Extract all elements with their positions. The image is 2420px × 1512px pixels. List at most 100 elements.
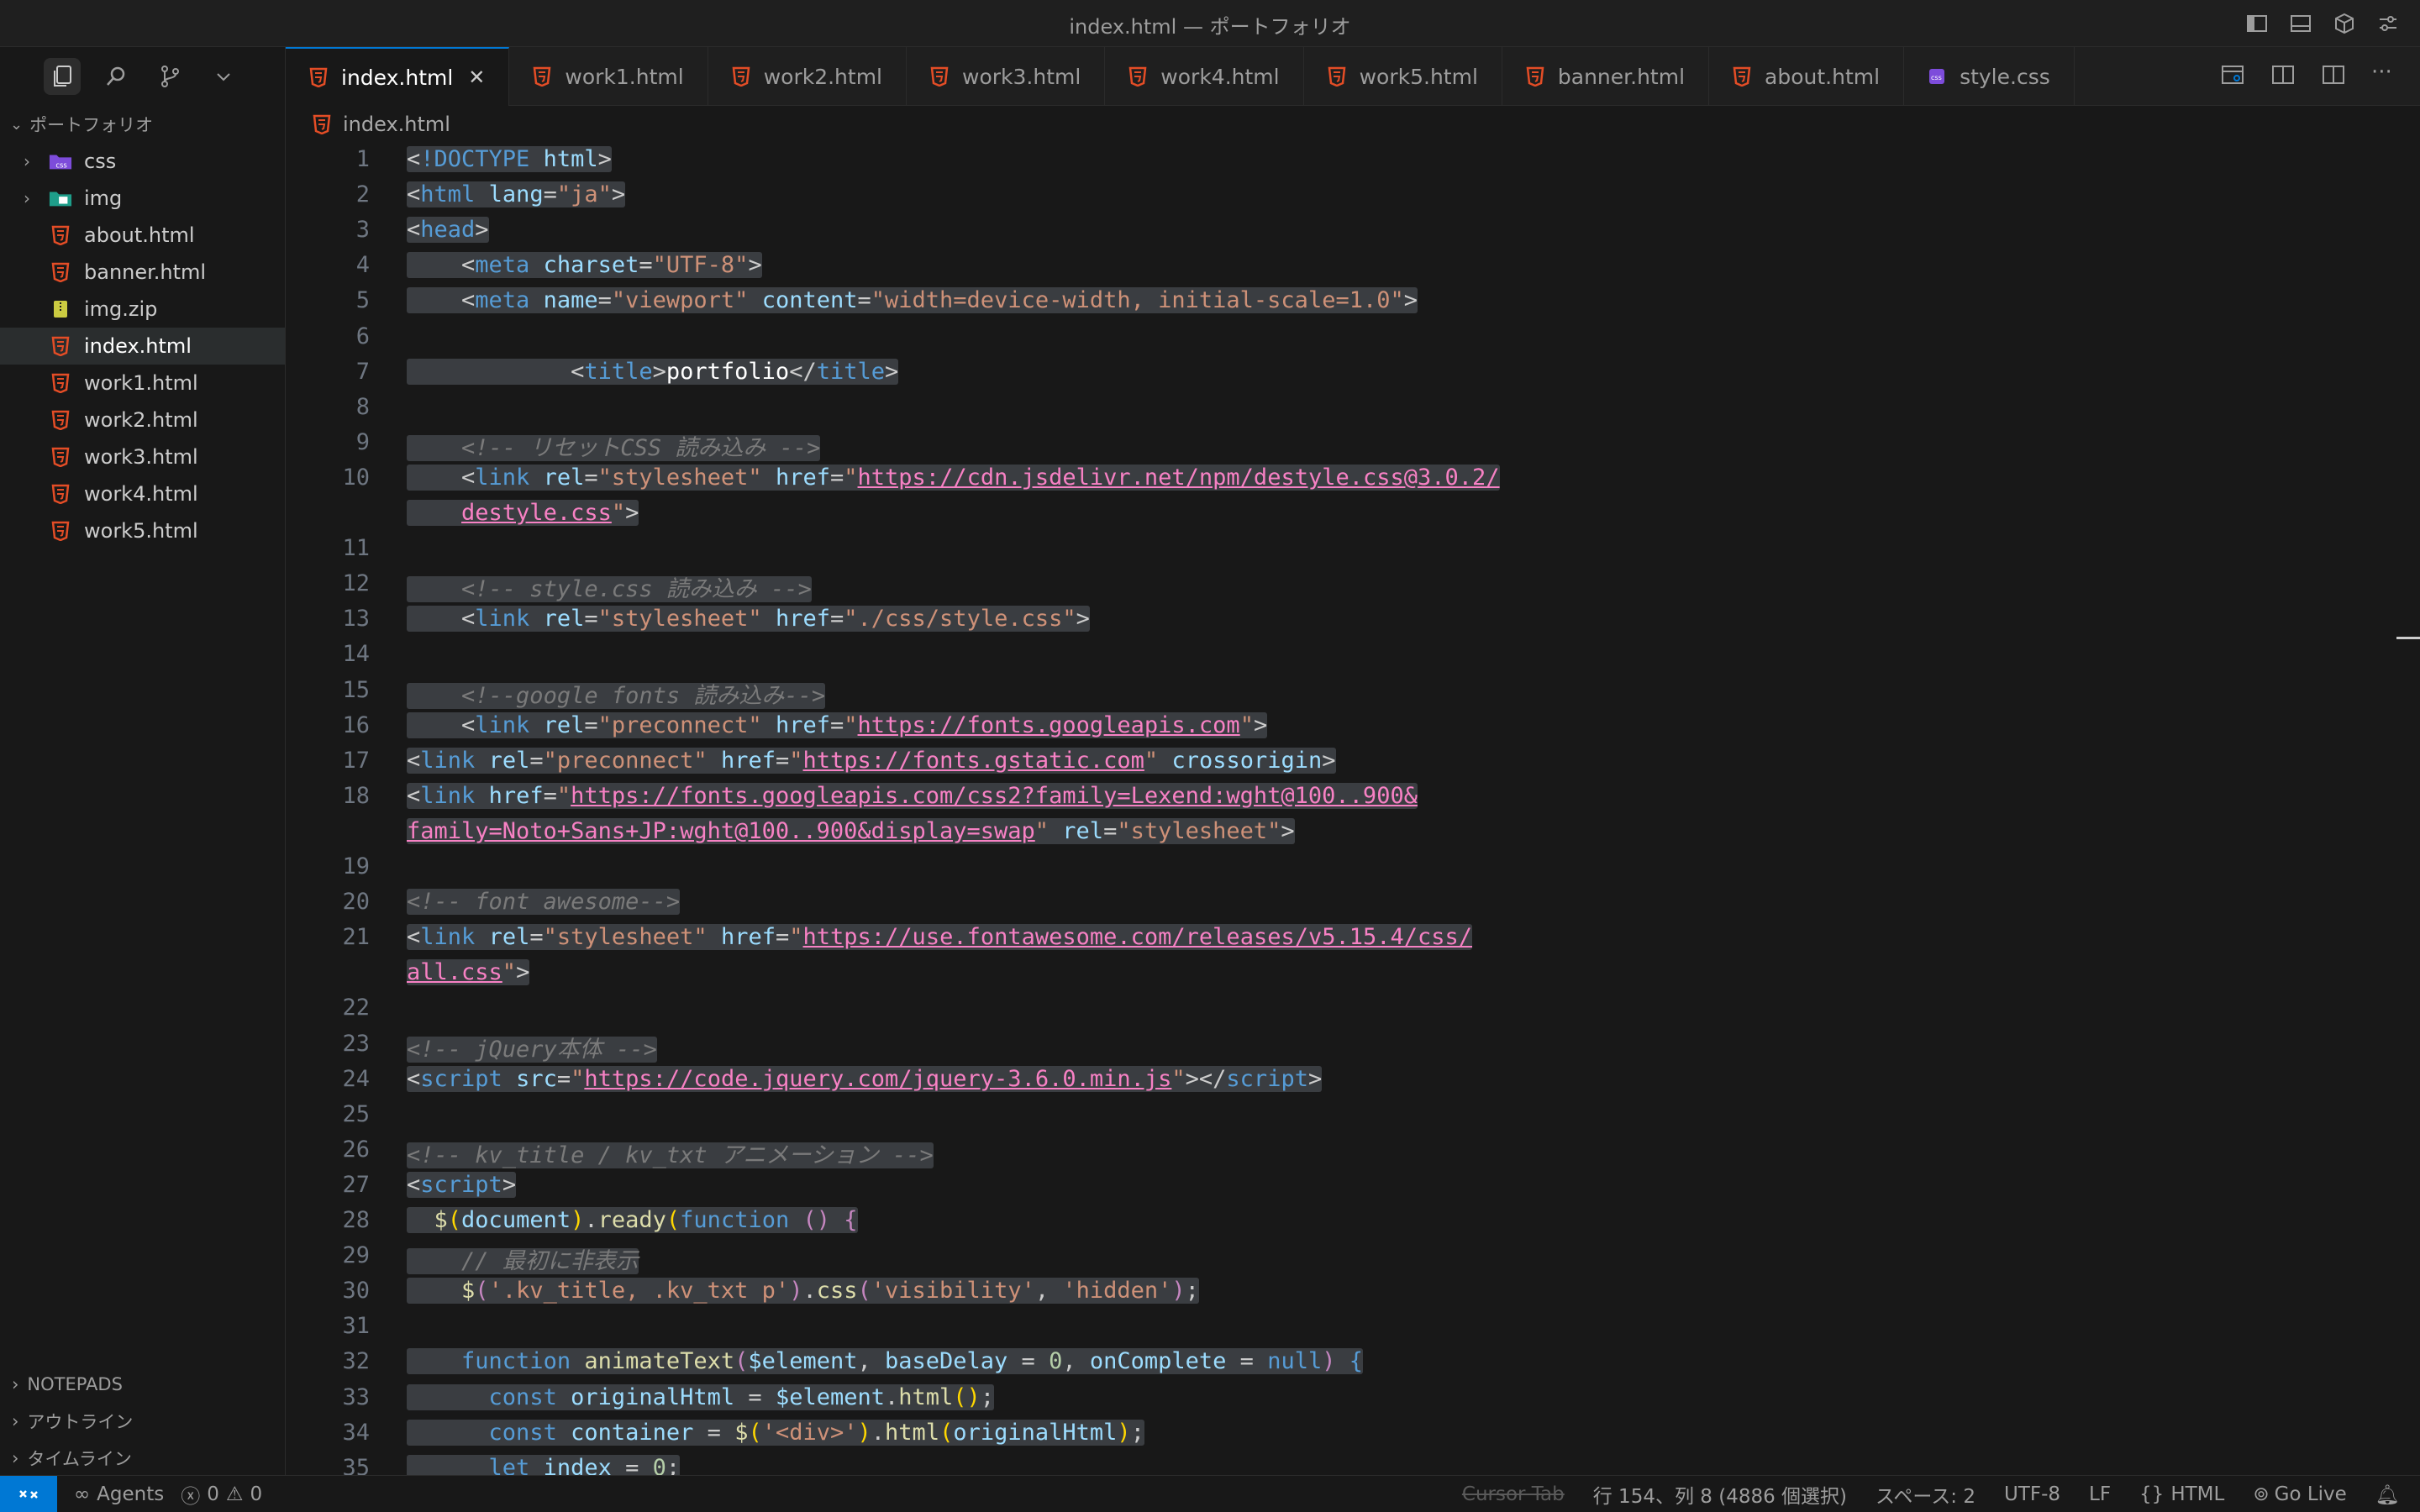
tree-file[interactable]: work4.html (0, 475, 285, 512)
encoding[interactable]: UTF-8 (2004, 1483, 2060, 1505)
tree-file[interactable]: work3.html (0, 438, 285, 475)
timeline-section[interactable]: › タイムライン (0, 1440, 286, 1477)
code-line[interactable]: <title>portfolio</title> (407, 358, 899, 385)
code-line[interactable]: <!--google fonts 読み込み--> (407, 677, 826, 710)
code-line[interactable]: <link rel="stylesheet" href="https://use… (407, 924, 1473, 951)
indentation[interactable]: スペース: 2 (1876, 1480, 1975, 1509)
code-line[interactable]: destyle.css"> (407, 500, 639, 526)
code-line[interactable]: <link rel="preconnect" href="https://fon… (407, 711, 1268, 738)
toggle-primary-sidebar-icon[interactable] (2245, 12, 2269, 35)
line-number: 3 (355, 217, 370, 244)
line-number: 23 (342, 1030, 370, 1057)
code-line[interactable]: <link rel="stylesheet" href="https://cdn… (407, 464, 1500, 491)
cursor-position[interactable]: 行 154、列 8 (4886 個選択) (1593, 1480, 1847, 1509)
code-line[interactable]: function animateText($element, baseDelay… (407, 1348, 1364, 1375)
tab-banner-html[interactable]: banner.html (1502, 47, 1710, 106)
cursor-tab-status[interactable]: Cursor Tab (1462, 1483, 1565, 1505)
tree-file[interactable]: work5.html (0, 512, 285, 549)
search-icon[interactable] (97, 58, 134, 95)
code-editor[interactable]: 1 <!DOCTYPE html> 2 <html lang="ja"> 3 <head>… (286, 143, 2420, 1492)
agents-label: Agents (97, 1483, 165, 1505)
line-number: 11 (342, 535, 370, 562)
line-number: 27 (342, 1171, 370, 1198)
code-line[interactable]: <!-- font awesome--> (407, 889, 681, 916)
code-line[interactable]: const container = $('<div>').html(origin… (407, 1419, 1144, 1446)
customize-layout-icon[interactable] (2376, 12, 2400, 35)
code-line[interactable]: <link href="https://fonts.googleapis.com… (407, 782, 1418, 809)
notepads-section[interactable]: › NOTEPADS (0, 1366, 286, 1403)
tree-file[interactable]: img.zip (0, 291, 285, 328)
tree-folder[interactable]: › css css (0, 143, 285, 180)
source-control-icon[interactable] (151, 58, 188, 95)
breadcrumb[interactable]: index.html (286, 106, 2420, 143)
go-live-button[interactable]: ⊚ Go Live (2253, 1483, 2346, 1505)
tree-folder[interactable]: › img (0, 180, 285, 217)
tab-work5-html[interactable]: work5.html (1304, 47, 1502, 106)
line-number: 26 (342, 1136, 370, 1163)
code-line[interactable]: <!-- リセットCSS 読み込み --> (407, 429, 821, 462)
tab-work2-html[interactable]: work2.html (708, 47, 907, 106)
tab-style-css[interactable]: css style.css (1904, 47, 2075, 106)
html-file-icon (49, 262, 72, 282)
tab-work4-html[interactable]: work4.html (1105, 47, 1304, 106)
code-line[interactable]: <!DOCTYPE html> (407, 146, 612, 172)
close-icon[interactable]: ✕ (468, 66, 485, 89)
line-number: 34 (342, 1419, 370, 1446)
tab-work3-html[interactable]: work3.html (907, 47, 1106, 106)
status-bar: ∞ Agents ⓧ 0 ⚠ 0 Cursor Tab 行 154、列 8 (4886 … (0, 1475, 2420, 1512)
agents-button[interactable]: ∞ Agents (74, 1483, 164, 1505)
code-line[interactable]: family=Noto+Sans+JP:wght@100..900&displa… (407, 817, 1295, 844)
tab-label: banner.html (1557, 64, 1686, 89)
open-preview-icon[interactable] (2220, 62, 2245, 87)
code-line[interactable]: <script> (407, 1171, 517, 1198)
line-ending[interactable]: LF (2089, 1483, 2111, 1505)
chevron-down-icon[interactable] (205, 58, 242, 95)
tree-file[interactable]: work1.html (0, 365, 285, 402)
tree-file[interactable]: about.html (0, 217, 285, 254)
split-editor-icon[interactable] (2321, 62, 2346, 87)
tab-index-html[interactable]: index.html ✕ (286, 47, 510, 106)
compare-icon[interactable] (2270, 62, 2296, 87)
toggle-panel-icon[interactable] (2289, 12, 2312, 35)
code-line[interactable]: $('.kv_title, .kv_txt p').css('visibilit… (407, 1278, 1199, 1305)
html-file-icon (1526, 66, 1544, 87)
tab-about-html[interactable]: about.html (1709, 47, 1905, 106)
project-folder-header[interactable]: ⌄ ポートフォリオ (0, 106, 285, 143)
code-line[interactable]: <link rel="stylesheet" href="./css/style… (407, 606, 1090, 633)
line-number: 9 (355, 428, 370, 455)
more-actions-icon[interactable]: ··· (2371, 61, 2396, 87)
remote-icon[interactable] (0, 1475, 57, 1512)
code-line[interactable]: <!-- kv_title / kv_txt アニメーション --> (407, 1137, 934, 1169)
language-mode[interactable]: {} HTML (2139, 1483, 2224, 1505)
code-line[interactable]: <html lang="ja"> (407, 181, 626, 208)
code-line[interactable]: <link rel="preconnect" href="https://fon… (407, 747, 1336, 774)
code-line[interactable]: const originalHtml = $element.html(); (407, 1383, 995, 1410)
scrollbar-marker[interactable] (2396, 637, 2420, 639)
tree-file[interactable]: index.html (0, 328, 285, 365)
code-line[interactable]: <script src="https://code.jquery.com/jqu… (407, 1065, 1323, 1092)
outline-label: アウトライン (27, 1412, 134, 1432)
tree-item-label: about.html (84, 223, 195, 247)
explorer-icon[interactable] (44, 58, 81, 95)
code-line[interactable]: <head> (407, 217, 489, 244)
notepads-label: NOTEPADS (27, 1374, 123, 1394)
code-line[interactable]: // 最初に非表示 (407, 1242, 639, 1275)
tab-label: work3.html (962, 64, 1081, 89)
line-number: 14 (342, 641, 370, 668)
code-line[interactable]: $(document).ready(function () { (407, 1207, 858, 1233)
code-line[interactable]: <!-- jQuery本体 --> (407, 1031, 657, 1063)
problems-button[interactable]: ⓧ 0 ⚠ 0 (181, 1480, 262, 1509)
tree-item-label: index.html (84, 334, 192, 358)
code-line[interactable]: all.css"> (407, 959, 530, 986)
code-line[interactable]: <meta charset="UTF-8"> (407, 252, 762, 279)
tree-item-label: banner.html (84, 260, 207, 284)
tree-file[interactable]: banner.html (0, 254, 285, 291)
tab-label: index.html (341, 65, 454, 90)
tree-file[interactable]: work2.html (0, 402, 285, 438)
outline-section[interactable]: › アウトライン (0, 1403, 286, 1440)
extensions-icon[interactable] (2333, 12, 2356, 35)
tab-work1-html[interactable]: work1.html (509, 47, 708, 106)
code-line[interactable]: <meta name="viewport" content="width=dev… (407, 287, 1418, 314)
bell-icon[interactable]: 🔔︎ (2375, 1483, 2400, 1506)
code-line[interactable]: <!-- style.css 読み込み --> (407, 570, 812, 603)
